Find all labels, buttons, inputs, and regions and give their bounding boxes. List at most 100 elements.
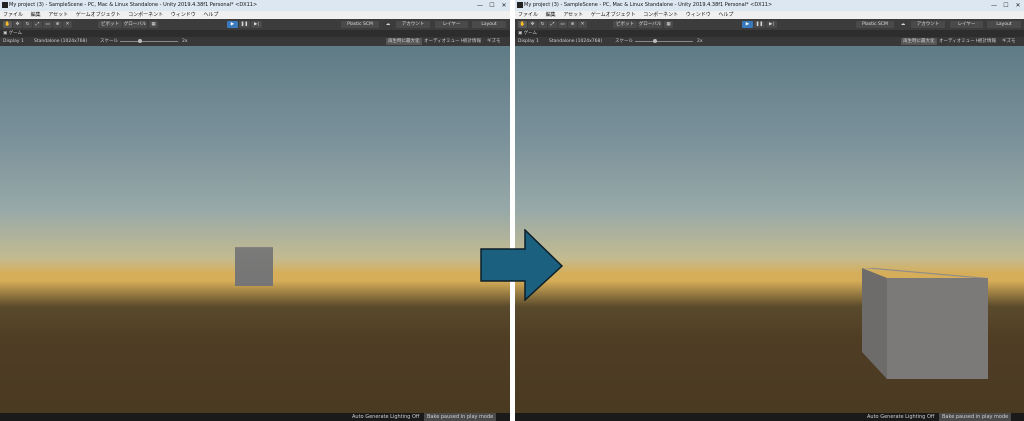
maximize-on-play-toggle[interactable]: 再生時に最大化 [901,38,937,45]
game-viewport[interactable] [515,46,1024,413]
main-toolbar: ✋ ✥ ↻ ⤢ ▭ ⊕ ✕ ピボット グローバル ▦ ▶ ❚❚ ▶| Plast… [515,19,1024,30]
pivot-toggle[interactable]: ピボット [98,21,122,28]
game-view-toolbar: Display 1 Standalone (1024x768) スケール 2x … [515,37,1024,46]
close-button[interactable]: ✕ [1012,0,1024,11]
bake-status: Bake paused in play mode [939,413,1012,421]
menu-component[interactable]: コンポーネント [128,12,163,18]
scale-tool-icon[interactable]: ⤢ [33,21,42,28]
rotate-tool-icon[interactable]: ↻ [23,21,32,28]
scale-slider-handle[interactable] [138,39,142,43]
rect-tool-icon[interactable]: ▭ [558,21,567,28]
cube-left-face [862,268,887,379]
gizmos-dropdown[interactable]: ギズモ [487,37,501,46]
game-view-toolbar: Display 1 Standalone (1024x768) スケール 2x … [0,37,510,46]
gizmos-dropdown[interactable]: ギズモ [1002,37,1016,46]
cloud-icon[interactable]: ☁ [899,21,907,28]
game-tab[interactable]: ▣ ゲーム [515,30,1024,37]
menu-assets[interactable]: アセット [563,12,583,18]
status-bar: Auto Generate Lighting Off Bake paused i… [515,413,1024,421]
status-bar: Auto Generate Lighting Off Bake paused i… [0,413,510,421]
resolution-dropdown[interactable]: Standalone (1024x768) [34,37,87,46]
hand-tool-icon[interactable]: ✋ [518,21,527,28]
stats-toggle[interactable]: 統計情報 [463,37,481,46]
custom-tool-icon[interactable]: ✕ [63,21,72,28]
scale-slider[interactable] [635,41,693,42]
unity-logo-icon [2,2,8,8]
global-toggle[interactable]: グローバル [123,21,147,28]
lighting-status: Auto Generate Lighting Off [867,414,935,420]
unity-window-before: My project (3) - SampleScene - PC, Mac &… [0,0,510,421]
maximize-button[interactable]: ☐ [486,0,498,11]
move-tool-icon[interactable]: ✥ [528,21,537,28]
menu-help[interactable]: ヘルプ [718,12,733,18]
menu-bar: ファイル 編集 アセット ゲームオブジェクト コンポーネント ウィンドウ ヘルプ [515,11,1024,19]
plastic-scm-button[interactable]: Plastic SCM [856,21,894,28]
display-dropdown[interactable]: Display 1 [518,37,539,46]
transform-tool-icon[interactable]: ⊕ [53,21,62,28]
cloud-icon[interactable]: ☁ [384,21,392,28]
main-toolbar: ✋ ✥ ↻ ⤢ ▭ ⊕ ✕ ピボット グローバル ▦ ▶ ❚❚ ▶| Plast… [0,19,510,30]
mute-audio-toggle[interactable]: オーディオミュート [939,37,979,46]
menu-window[interactable]: ウィンドウ [686,12,711,18]
scale-slider[interactable] [120,41,178,42]
rect-tool-icon[interactable]: ▭ [43,21,52,28]
mute-audio-toggle[interactable]: オーディオミュート [424,37,464,46]
menu-window[interactable]: ウィンドウ [171,12,196,18]
move-tool-icon[interactable]: ✥ [13,21,22,28]
transition-arrow-icon [480,229,564,301]
maximize-on-play-toggle[interactable]: 再生時に最大化 [386,38,422,45]
maximize-button[interactable]: ☐ [1000,0,1012,11]
menu-assets[interactable]: アセット [48,12,68,18]
play-button[interactable]: ▶ [227,21,238,28]
scale-tool-icon[interactable]: ⤢ [548,21,557,28]
title-bar: My project (3) - SampleScene - PC, Mac &… [0,0,510,11]
resolution-dropdown[interactable]: Standalone (1024x768) [549,37,602,46]
grid-snap-icon[interactable]: ▦ [149,21,158,28]
game-tab[interactable]: ▣ ゲーム [0,30,510,37]
minimize-button[interactable]: — [988,0,1000,11]
account-dropdown[interactable]: アカウント [911,21,945,28]
layout-dropdown[interactable]: Layout [987,21,1021,28]
layers-dropdown[interactable]: レイヤー [950,21,983,28]
menu-bar: ファイル 編集 アセット ゲームオブジェクト コンポーネント ウィンドウ ヘルプ [0,11,510,19]
scale-label: スケール [100,39,118,44]
rotate-tool-icon[interactable]: ↻ [538,21,547,28]
menu-component[interactable]: コンポーネント [643,12,678,18]
step-button[interactable]: ▶| [251,21,262,28]
menu-file[interactable]: ファイル [518,12,538,18]
layout-dropdown[interactable]: Layout [472,21,506,28]
menu-help[interactable]: ヘルプ [203,12,218,18]
display-dropdown[interactable]: Display 1 [3,37,24,46]
scale-value: 2x [697,39,703,44]
pause-button[interactable]: ❚❚ [754,21,765,28]
hand-tool-icon[interactable]: ✋ [3,21,12,28]
grid-snap-icon[interactable]: ▦ [664,21,673,28]
menu-gameobject[interactable]: ゲームオブジェクト [76,12,121,18]
step-button[interactable]: ▶| [766,21,777,28]
layers-dropdown[interactable]: レイヤー [435,21,468,28]
transform-tool-icon[interactable]: ⊕ [568,21,577,28]
scale-label: スケール [615,39,633,44]
global-toggle[interactable]: グローバル [638,21,662,28]
window-title: My project (3) - SampleScene - PC, Mac &… [9,2,258,8]
scale-slider-handle[interactable] [653,39,657,43]
minimize-button[interactable]: — [474,0,486,11]
menu-edit[interactable]: 編集 [546,12,556,18]
menu-edit[interactable]: 編集 [31,12,41,18]
pause-button[interactable]: ❚❚ [239,21,250,28]
menu-gameobject[interactable]: ゲームオブジェクト [591,12,636,18]
account-dropdown[interactable]: アカウント [396,21,430,28]
pivot-toggle[interactable]: ピボット [613,21,637,28]
stats-toggle[interactable]: 統計情報 [978,37,996,46]
lighting-status: Auto Generate Lighting Off [352,414,420,420]
game-tab-label: ゲーム [523,31,538,36]
play-button[interactable]: ▶ [742,21,753,28]
title-bar: My project (3) - SampleScene - PC, Mac &… [515,0,1024,11]
close-button[interactable]: ✕ [498,0,510,11]
unity-logo-icon [517,2,523,8]
menu-file[interactable]: ファイル [3,12,23,18]
custom-tool-icon[interactable]: ✕ [578,21,587,28]
scale-value: 2x [182,39,188,44]
plastic-scm-button[interactable]: Plastic SCM [341,21,379,28]
game-viewport[interactable] [0,46,510,413]
